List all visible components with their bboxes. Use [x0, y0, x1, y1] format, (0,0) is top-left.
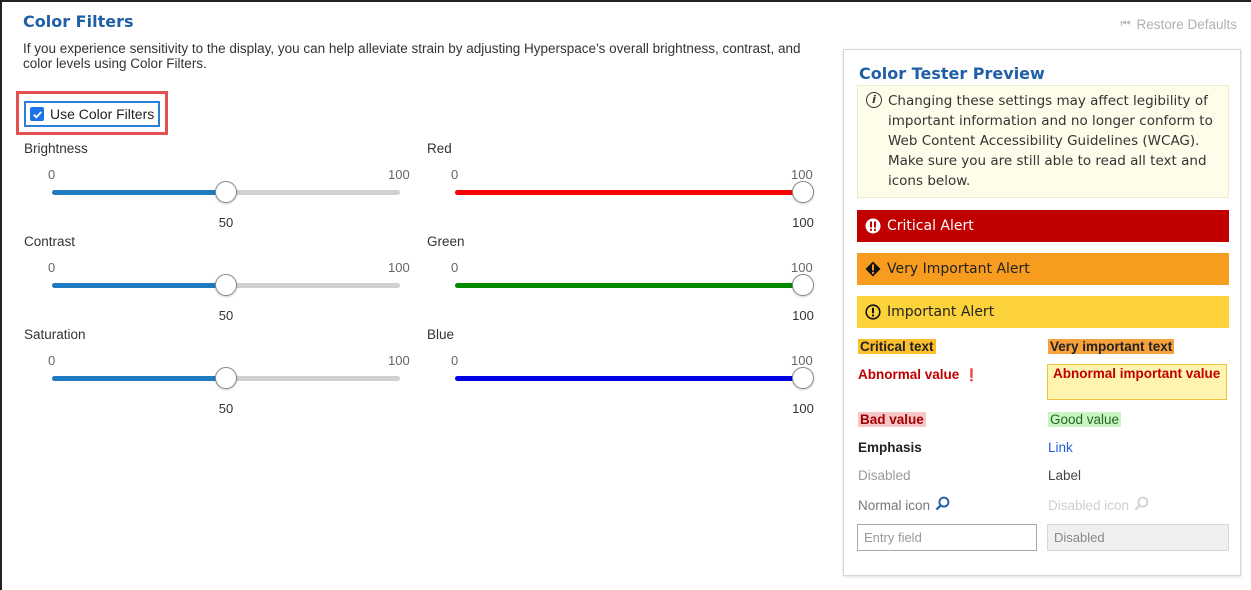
disabled-icon-sample: Disabled icon [1048, 496, 1149, 514]
contrast-slider[interactable]: Contrast 0 100 50 [24, 234, 410, 323]
disabled-text-sample: Disabled [858, 468, 911, 483]
critical-alert-icon [865, 218, 881, 234]
slider-min: 0 [48, 167, 56, 182]
green-slider[interactable]: Green 0 100 100 [427, 234, 814, 323]
skip-back-icon: ⏮ [1120, 18, 1131, 30]
red-slider[interactable]: Red 0 100 100 [427, 141, 814, 230]
slider-min: 0 [451, 353, 459, 368]
description-text: If you experience sensitivity to the dis… [23, 41, 801, 71]
slider-thumb[interactable] [792, 181, 814, 203]
critical-text-sample: Critical text [858, 339, 936, 354]
slider-label: Green [427, 234, 465, 249]
slider-max: 100 [388, 167, 410, 182]
slider-value: 100 [792, 215, 814, 230]
slider-value: 100 [792, 308, 814, 323]
slider-value: 50 [218, 215, 234, 230]
info-icon: i [866, 92, 882, 108]
very-important-alert: Very Important Alert [857, 253, 1229, 285]
slider-thumb[interactable] [792, 367, 814, 389]
warning-box: i Changing these settings may affect leg… [857, 85, 1229, 198]
slider-fill [52, 190, 226, 195]
good-value-sample: Good value [1048, 412, 1122, 427]
brightness-slider[interactable]: Brightness 0 100 50 [24, 141, 410, 230]
slider-thumb[interactable] [215, 274, 237, 296]
use-color-filters-checkbox[interactable]: Use Color Filters [24, 101, 160, 127]
slider-fill [455, 283, 803, 288]
restore-defaults-button[interactable]: ⏮ Restore Defaults [1121, 17, 1237, 32]
slider-max: 100 [388, 353, 410, 368]
slider-label: Brightness [24, 141, 88, 156]
abnormal-value-label: Abnormal value [858, 367, 960, 382]
slider-thumb[interactable] [792, 274, 814, 296]
slider-label: Contrast [24, 234, 76, 249]
slider-max: 100 [791, 353, 813, 368]
warning-text: Changing these settings may affect legib… [888, 93, 1213, 189]
saturation-slider[interactable]: Saturation 0 100 50 [24, 327, 410, 416]
slider-max: 100 [791, 167, 813, 182]
entry-field[interactable] [857, 524, 1037, 551]
slider-track[interactable] [455, 367, 814, 389]
abnormal-important-value-sample: Abnormal important value [1047, 364, 1227, 400]
slider-min: 0 [451, 260, 459, 275]
slider-track[interactable] [52, 181, 400, 203]
slider-value: 50 [218, 401, 234, 416]
slider-min: 0 [48, 353, 56, 368]
slider-fill [455, 376, 803, 381]
restore-defaults-label: Restore Defaults [1136, 17, 1237, 32]
very-important-alert-label: Very Important Alert [887, 261, 1030, 277]
slider-value: 100 [792, 401, 814, 416]
critical-alert-label: Critical Alert [887, 218, 974, 234]
important-alert: Important Alert [857, 296, 1229, 328]
slider-track[interactable] [52, 367, 400, 389]
emphasis-sample: Emphasis [858, 440, 922, 455]
use-color-filters-label: Use Color Filters [50, 106, 155, 122]
search-icon[interactable] [935, 496, 950, 514]
slider-fill [52, 283, 226, 288]
color-tester-preview-panel: Color Tester Preview i Changing these se… [843, 49, 1241, 576]
label-sample: Label [1048, 468, 1082, 483]
slider-fill [52, 376, 226, 381]
preview-title: Color Tester Preview [859, 64, 1045, 83]
very-important-alert-icon [865, 261, 881, 277]
slider-value: 50 [218, 308, 234, 323]
abnormal-value-sample: Abnormal value ❗ [858, 367, 979, 382]
slider-track[interactable] [455, 181, 814, 203]
disabled-field [1047, 524, 1229, 551]
slider-thumb[interactable] [215, 181, 237, 203]
normal-icon-sample: Normal icon [858, 496, 950, 514]
slider-min: 0 [48, 260, 56, 275]
slider-track[interactable] [455, 274, 814, 296]
link-sample[interactable]: Link [1048, 440, 1073, 455]
exclamation-icon: ❗ [964, 368, 980, 382]
bad-value-sample: Bad value [858, 412, 926, 427]
slider-min: 0 [451, 167, 459, 182]
important-alert-icon [865, 304, 881, 320]
slider-thumb[interactable] [215, 367, 237, 389]
page-title: Color Filters [23, 12, 134, 31]
slider-max: 100 [791, 260, 813, 275]
disabled-icon-label: Disabled icon [1048, 497, 1130, 513]
slider-max: 100 [388, 260, 410, 275]
critical-alert: Critical Alert [857, 210, 1229, 242]
very-important-text-sample: Very important text [1048, 339, 1175, 354]
slider-label: Blue [427, 327, 455, 342]
blue-slider[interactable]: Blue 0 100 100 [427, 327, 814, 416]
checkbox-checked-icon [30, 107, 44, 121]
important-alert-label: Important Alert [887, 304, 995, 320]
slider-label: Red [427, 141, 452, 156]
search-icon-disabled [1134, 496, 1149, 514]
slider-fill [455, 190, 803, 195]
slider-label: Saturation [24, 327, 86, 342]
slider-track[interactable] [52, 274, 400, 296]
normal-icon-label: Normal icon [858, 497, 931, 513]
